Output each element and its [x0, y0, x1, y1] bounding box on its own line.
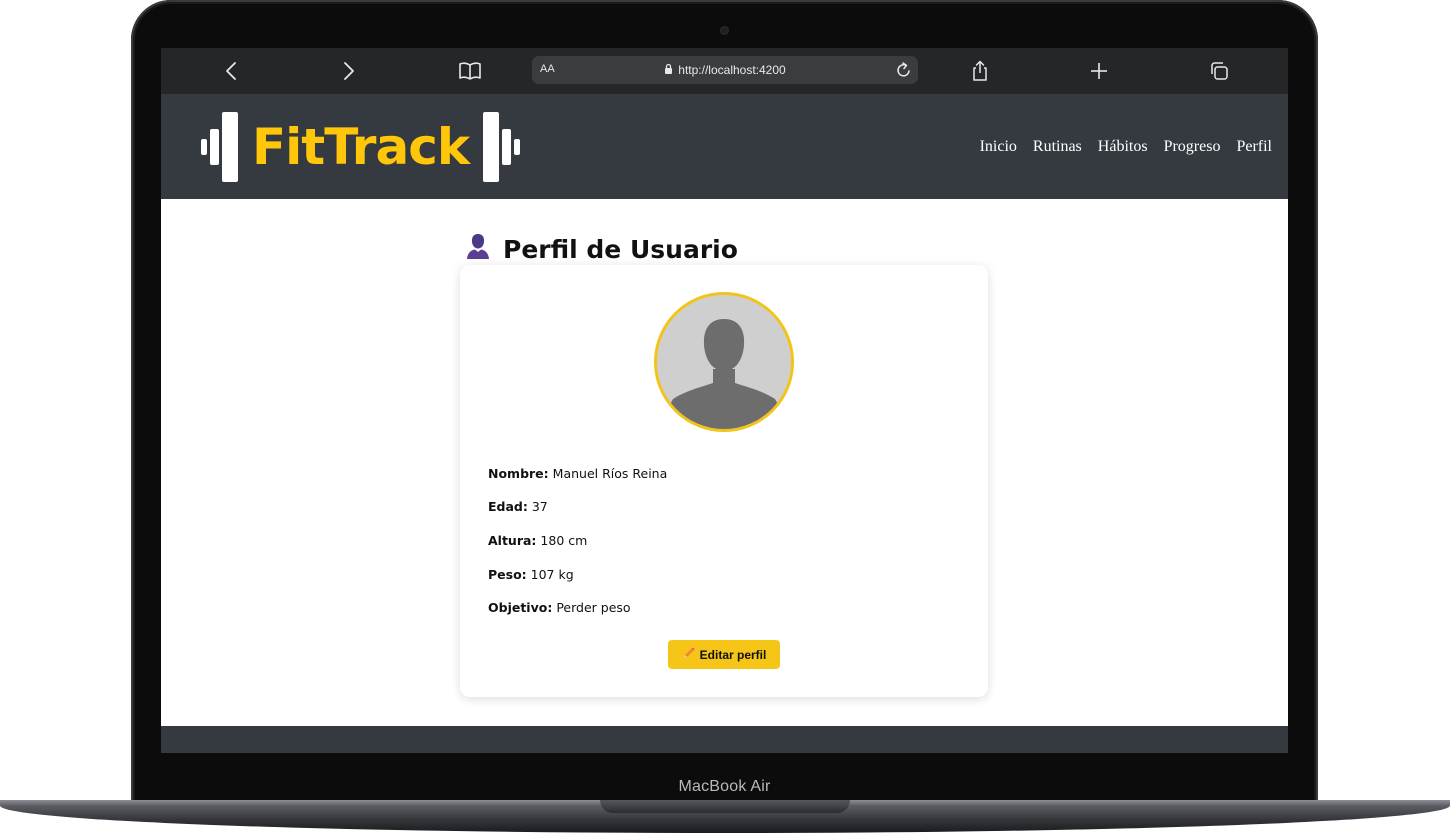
app-header: FitTrack Inicio Rutinas Hábitos Progreso…	[161, 94, 1288, 199]
field-value: 37	[531, 499, 548, 514]
camera-icon	[721, 27, 728, 34]
chevron-right-icon	[344, 62, 354, 80]
url-container: http://localhost:4200	[532, 56, 918, 84]
laptop-hinge	[600, 800, 850, 813]
book-icon	[459, 62, 481, 80]
field-label: Peso:	[488, 567, 527, 582]
lock-icon	[664, 63, 673, 77]
app-footer	[161, 726, 1288, 753]
plus-icon	[1091, 63, 1107, 79]
url-text: http://localhost:4200	[678, 63, 786, 77]
nav-perfil[interactable]: Perfil	[1236, 138, 1272, 156]
logo-text: FitTrack	[252, 118, 470, 176]
stage: AA http://localhost:4200 FitTrack Inicio…	[0, 0, 1450, 833]
browser-toolbar: AA http://localhost:4200	[161, 48, 1288, 94]
field-peso: Peso: 107 kg	[488, 567, 574, 582]
field-label: Edad:	[488, 499, 528, 514]
reload-icon[interactable]	[896, 61, 912, 84]
nav-habitos[interactable]: Hábitos	[1098, 138, 1148, 156]
screen: AA http://localhost:4200 FitTrack Inicio…	[161, 48, 1288, 753]
field-edad: Edad: 37	[488, 499, 548, 514]
new-tab-button[interactable]	[1087, 48, 1111, 94]
field-label: Altura:	[488, 533, 537, 548]
field-nombre: Nombre: Manuel Ríos Reina	[488, 466, 667, 481]
dumbbell-right-icon	[483, 112, 521, 182]
tabs-button[interactable]	[1206, 48, 1232, 94]
address-bar[interactable]: AA http://localhost:4200	[532, 56, 918, 84]
tabs-icon	[1211, 62, 1228, 80]
logo[interactable]: FitTrack	[201, 110, 521, 184]
dumbbell-left-icon	[201, 112, 238, 182]
page-title: Perfil de Usuario	[465, 232, 738, 266]
bookmarks-button[interactable]	[457, 48, 483, 94]
page-title-text: Perfil de Usuario	[503, 234, 738, 264]
user-icon	[465, 232, 491, 266]
main-nav: Inicio Rutinas Hábitos Progreso Perfil	[964, 94, 1272, 199]
field-value: Manuel Ríos Reina	[552, 466, 668, 481]
nav-progreso[interactable]: Progreso	[1164, 138, 1221, 156]
field-objetivo: Objetivo: Perder peso	[488, 600, 631, 615]
share-icon	[973, 60, 987, 81]
field-label: Objetivo:	[488, 600, 553, 615]
device-label: MacBook Air	[678, 778, 771, 795]
avatar	[654, 292, 794, 432]
chevron-left-icon	[226, 62, 236, 80]
field-value: 180 cm	[540, 533, 588, 548]
profile-card: Nombre: Manuel Ríos Reina Edad: 37 Altur…	[460, 265, 988, 697]
nav-inicio[interactable]: Inicio	[980, 138, 1017, 156]
avatar-placeholder-icon	[657, 295, 791, 429]
back-button[interactable]	[219, 48, 243, 94]
forward-button[interactable]	[337, 48, 361, 94]
nav-rutinas[interactable]: Rutinas	[1033, 138, 1082, 156]
field-altura: Altura: 180 cm	[488, 533, 587, 548]
field-label: Nombre:	[488, 466, 549, 481]
edit-profile-label: Editar perfil	[699, 647, 767, 662]
edit-profile-button[interactable]: Editar perfil	[668, 640, 780, 669]
field-value: 107 kg	[530, 567, 574, 582]
field-value: Perder peso	[556, 600, 631, 615]
share-button[interactable]	[968, 48, 992, 94]
pencil-icon	[682, 647, 695, 663]
main-content: Perfil de Usuario Nombre: Manuel Ríos Re…	[161, 199, 1288, 726]
